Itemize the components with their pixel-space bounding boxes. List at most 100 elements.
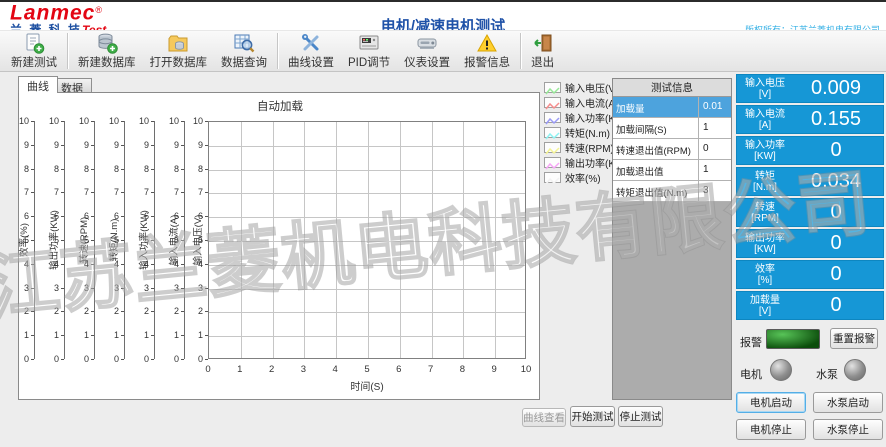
y-axis-tick-label: 7 <box>43 187 59 197</box>
y-axis-tick-label: 8 <box>133 164 149 174</box>
toolbar-button-new-database[interactable]: 新建数据库 <box>71 31 143 71</box>
y-axis-tick <box>61 121 64 122</box>
y-axis-tick-label: 9 <box>133 140 149 150</box>
gridline <box>209 336 525 337</box>
toolbar-button-pid-tuning[interactable]: PID调节 <box>341 31 397 71</box>
y-axis-tick-label: 10 <box>43 116 59 126</box>
y-axis-tick-label: 9 <box>43 140 59 150</box>
open-database-icon <box>167 32 189 54</box>
measurement-label: 加载量[V] <box>737 295 793 317</box>
x-axis-tick-label: 0 <box>205 364 210 375</box>
x-axis-tick-label: 5 <box>364 364 369 375</box>
y-axis-tick <box>181 169 184 170</box>
pump-start-button[interactable]: 水泵启动 <box>813 392 883 413</box>
toolbar-button-exit[interactable]: 退出 <box>524 31 561 71</box>
y-axis-tick-label: 7 <box>13 187 29 197</box>
toolbar-button-new-test[interactable]: 新建测试 <box>4 31 64 71</box>
toolbar-button-label: 曲线设置 <box>288 54 334 70</box>
gridline <box>368 122 369 358</box>
gridline <box>209 193 525 194</box>
toolbar-separator <box>520 33 521 69</box>
y-axis-tick-label: 0 <box>103 354 119 364</box>
y-axis-tick <box>181 240 184 241</box>
gridline <box>209 170 525 171</box>
y-axis-tick-label: 1 <box>43 330 59 340</box>
test-info-row[interactable]: 加载量0.01 <box>613 97 731 118</box>
y-axis-tick-label: 0 <box>13 354 29 364</box>
y-axis-tick <box>91 145 94 146</box>
y-axis-tick <box>181 145 184 146</box>
y-axis-tick-label: 1 <box>73 330 89 340</box>
gridline <box>209 241 525 242</box>
y-axis-tick-label: 10 <box>13 116 29 126</box>
y-axis-tick-label: 2 <box>13 306 29 316</box>
y-axis-tick <box>181 359 184 360</box>
y-axis-tick-label: 10 <box>163 116 179 126</box>
stop-test-button[interactable]: 停止测试 <box>618 406 663 427</box>
y-axis-tick <box>151 240 154 241</box>
y-axis-tick-label: 8 <box>13 164 29 174</box>
toolbar-button-meter-settings[interactable]: 仪表设置 <box>397 31 457 71</box>
y-axis-tick <box>31 121 34 122</box>
y-axis-tick <box>61 264 64 265</box>
tab-曲线[interactable]: 曲线 <box>18 76 58 93</box>
legend-line-swatch-icon <box>544 112 561 123</box>
test-info-row[interactable]: 转速退出值(RPM)0 <box>613 139 731 160</box>
reset-alarm-button[interactable]: 重置报警 <box>830 328 878 349</box>
y-axis-tick-label: 0 <box>43 354 59 364</box>
y-axis-tick-label: 7 <box>187 187 203 197</box>
tab-数据[interactable]: 数据 <box>52 78 92 93</box>
x-axis-tick-label: 8 <box>460 364 465 375</box>
chart-title: 自动加载 <box>19 98 541 114</box>
y-axis-tick <box>121 216 124 217</box>
y-axis-tick <box>151 192 154 193</box>
toolbar-button-curve-settings[interactable]: 曲线设置 <box>281 31 341 71</box>
y-axis-tick-label: 2 <box>73 306 89 316</box>
y-axis-tick <box>151 121 154 122</box>
y-axis-tick <box>121 311 124 312</box>
toolbar-button-data-query[interactable]: 数据查询 <box>214 31 274 71</box>
motor-stop-button[interactable]: 电机停止 <box>736 419 806 440</box>
y-axis-tick <box>91 264 94 265</box>
test-info-row-label: 加载量 <box>613 97 699 117</box>
toolbar-button-open-database[interactable]: 打开数据库 <box>143 31 215 71</box>
y-axis-tick <box>121 359 124 360</box>
y-axis-tick-label: 7 <box>103 187 119 197</box>
motor-start-button[interactable]: 电机启动 <box>736 392 806 413</box>
test-info-row-value: 1 <box>699 118 731 138</box>
test-info-row-label: 加载退出值 <box>613 160 699 180</box>
x-axis-tick-label: 4 <box>333 364 338 375</box>
gridline <box>432 122 433 358</box>
start-test-button[interactable]: 开始测试 <box>570 406 615 427</box>
motor-test-app-window: Lanmec® 兰 菱 科 技Test 电机/减速电机测试 版权所有：江苏兰菱机… <box>0 0 886 447</box>
measurement-value: 0 <box>793 201 883 224</box>
y-axis-tick <box>61 192 64 193</box>
y-axis-tick <box>151 216 154 217</box>
y-axis-tick-label: 3 <box>103 283 119 293</box>
measurement-tile: 输入功率[KW]0 <box>736 136 884 165</box>
pump-stop-button[interactable]: 水泵停止 <box>813 419 883 440</box>
y-axis-tick <box>121 145 124 146</box>
gridline <box>273 122 274 358</box>
motor-status-indicator <box>770 359 792 381</box>
curve-view-button[interactable]: 曲线查看 <box>522 408 566 427</box>
logo-brand-text: Lanmec <box>10 1 95 24</box>
y-axis-tick <box>181 192 184 193</box>
y-axis-line <box>124 121 125 359</box>
toolbar-button-label: 退出 <box>531 54 554 70</box>
toolbar-button-alarm-info[interactable]: 报警信息 <box>457 31 517 71</box>
test-info-row[interactable]: 加载退出值1 <box>613 160 731 181</box>
alarm-label: 报警 <box>740 334 762 350</box>
y-axis-tick <box>91 311 94 312</box>
y-axis-tick-label: 3 <box>187 283 203 293</box>
y-axis-title: 输出功率(KW) <box>46 210 60 270</box>
y-axis-tick-label: 3 <box>43 283 59 293</box>
y-axis-tick <box>121 335 124 336</box>
y-axis-tick-label: 7 <box>163 187 179 197</box>
test-info-row[interactable]: 转矩退出值(N.m)3 <box>613 181 731 202</box>
y-axis-tick <box>31 169 34 170</box>
x-axis-tick-label: 10 <box>521 364 532 375</box>
y-axis-tick <box>31 145 34 146</box>
gridline <box>400 122 401 358</box>
test-info-row[interactable]: 加载间隔(S)1 <box>613 118 731 139</box>
